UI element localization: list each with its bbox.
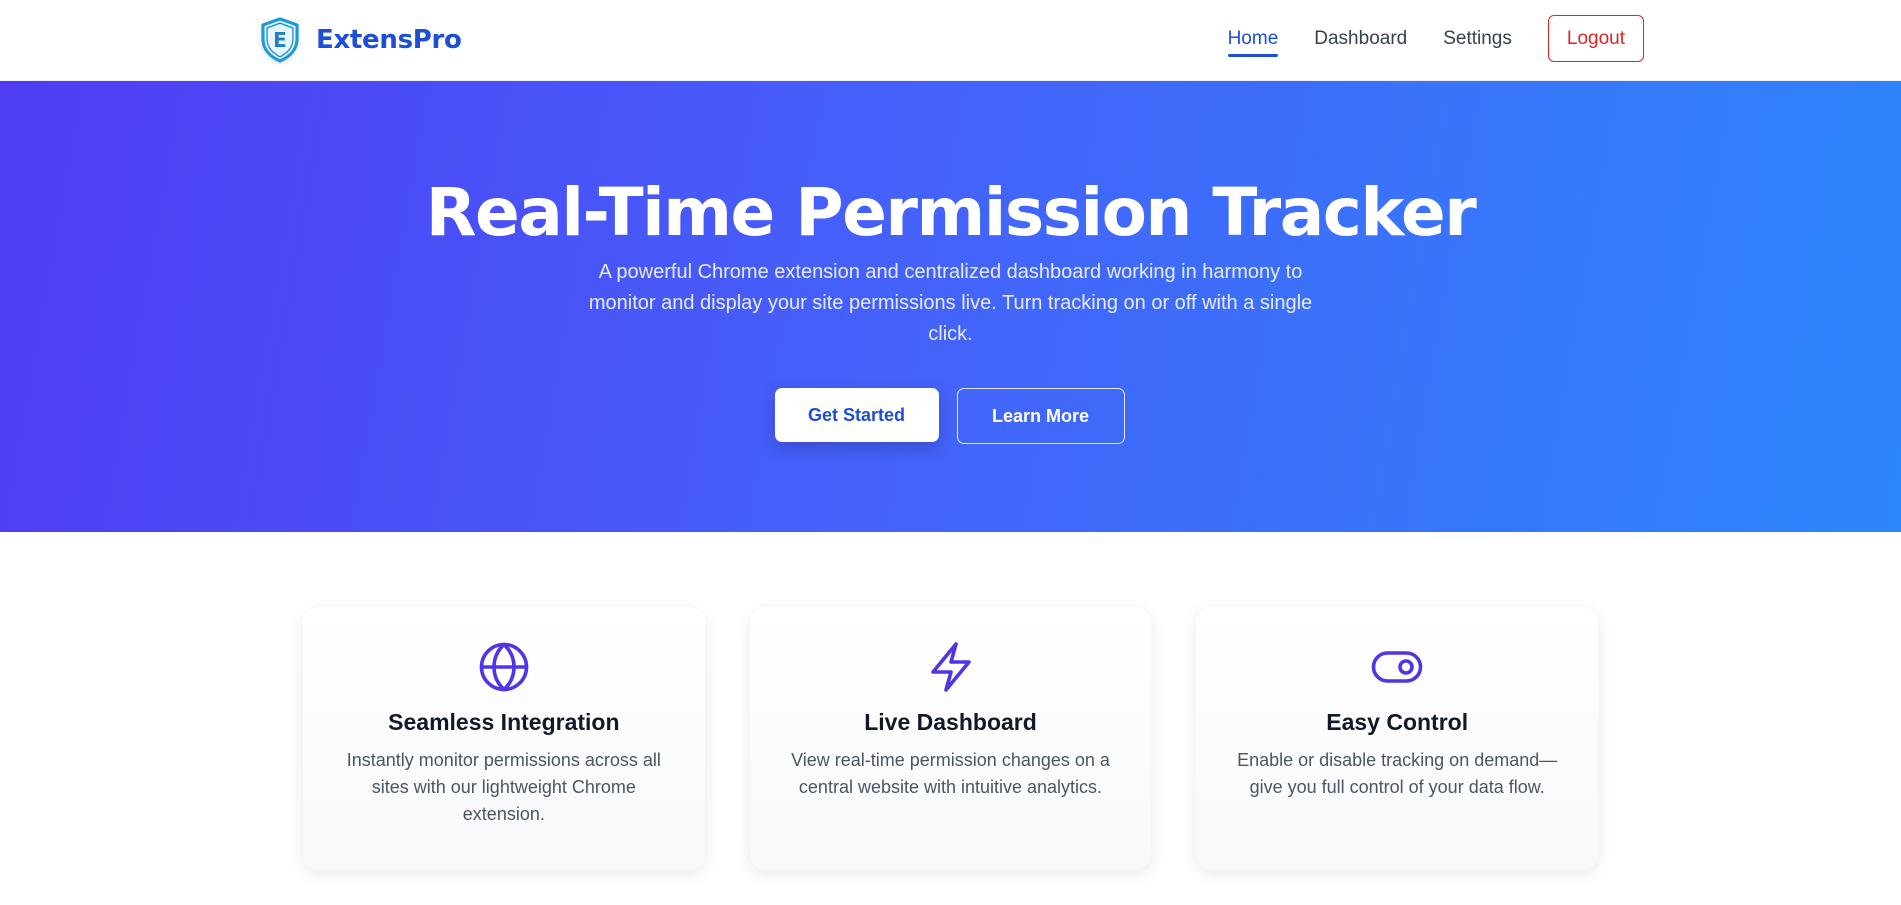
feature-title: Live Dashboard — [864, 709, 1037, 735]
toggle-icon — [1371, 651, 1423, 683]
main-nav: Home Dashboard Settings Logout — [1227, 15, 1644, 62]
hero-title: Real-Time Permission Tracker — [425, 174, 1477, 251]
hero-subtitle: A powerful Chrome extension and centrali… — [588, 261, 1313, 345]
features-section: Seamless Integration Instantly monitor p… — [303, 607, 1599, 870]
feature-description: View real-time permission changes on a c… — [791, 750, 1110, 797]
feature-description: Enable or disable tracking on demand—giv… — [1237, 750, 1558, 797]
feature-card-dashboard: Live Dashboard View real-time permission… — [749, 607, 1152, 870]
get-started-button[interactable]: Get Started — [774, 388, 939, 442]
brand[interactable]: E ExtensPro — [256, 15, 462, 65]
globe-icon — [479, 642, 529, 692]
svg-text:E: E — [273, 28, 287, 52]
navbar: E ExtensPro Home Dashboard Settings Logo… — [0, 0, 1901, 81]
logout-button[interactable]: Logout — [1547, 15, 1644, 62]
learn-more-button[interactable]: Learn More — [956, 388, 1125, 444]
hero-actions: Get Started Learn More — [0, 388, 1901, 444]
feature-title: Easy Control — [1326, 709, 1469, 735]
nav-dashboard-link[interactable]: Dashboard — [1314, 22, 1407, 56]
shield-logo-icon: E — [256, 15, 304, 65]
brand-name: ExtensPro — [316, 25, 462, 55]
feature-card-control: Easy Control Enable or disable tracking … — [1196, 607, 1599, 870]
nav-settings-link[interactable]: Settings — [1443, 22, 1512, 56]
feature-description: Instantly monitor permissions across all… — [346, 750, 661, 824]
nav-home-link[interactable]: Home — [1227, 22, 1278, 57]
lightning-icon — [930, 642, 971, 692]
hero-section: Real-Time Permission Tracker A powerful … — [0, 81, 1901, 532]
feature-title: Seamless Integration — [388, 709, 620, 735]
feature-card-integration: Seamless Integration Instantly monitor p… — [303, 607, 705, 870]
